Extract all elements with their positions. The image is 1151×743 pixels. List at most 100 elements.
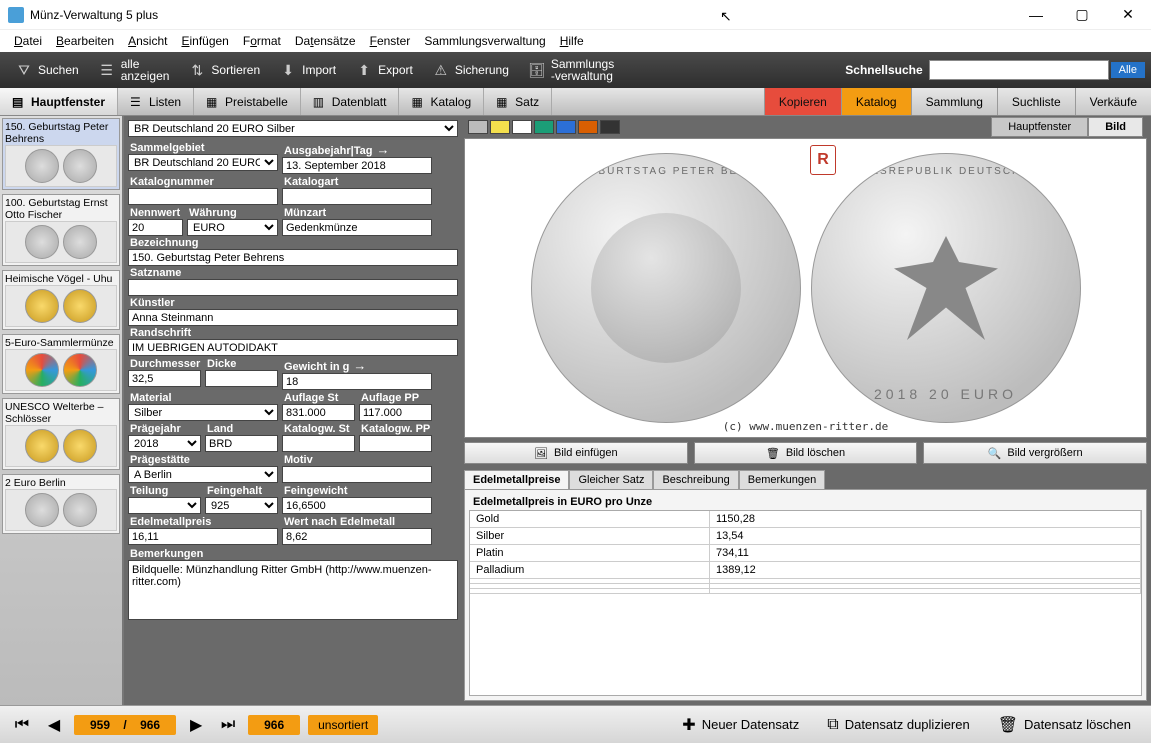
sort-status[interactable]: unsortiert	[308, 715, 378, 735]
gewicht-label: Gewicht in g→	[282, 357, 432, 373]
katalog-button[interactable]: Katalog	[841, 88, 911, 115]
color-swatch[interactable]	[578, 120, 598, 134]
sammlungsverwaltung-button[interactable]: 🗄Sammlungs -verwaltung	[519, 54, 624, 86]
waehrung-select[interactable]: EURO	[187, 219, 278, 236]
tab-listen[interactable]: ☰Listen	[118, 88, 194, 115]
prev-record-button[interactable]: ◀	[42, 713, 66, 737]
color-swatch[interactable]	[490, 120, 510, 134]
schnellsuche-alle-button[interactable]: Alle	[1111, 62, 1145, 78]
menu-datensaetze[interactable]: Datensätze	[289, 32, 362, 51]
katst-input[interactable]	[282, 435, 355, 452]
sammelgebiet-select[interactable]: BR Deutschland 20 EURO	[128, 154, 278, 171]
katart-input[interactable]	[282, 188, 432, 205]
praegestaette-select[interactable]: A Berlin	[128, 466, 278, 483]
motiv-input[interactable]	[282, 466, 432, 483]
thumb-item[interactable]: 150. Geburtstag Peter Behrens	[2, 118, 120, 190]
table-icon: ▦	[206, 95, 220, 109]
wertedel-input[interactable]	[282, 528, 432, 545]
menu-hilfe[interactable]: Hilfe	[554, 32, 590, 51]
lower-tab[interactable]: Bemerkungen	[739, 470, 826, 489]
bild-einfuegen-button[interactable]: 🖼Bild einfügen	[464, 442, 688, 464]
menu-datei[interactable]: Datei	[8, 32, 48, 51]
auflage-st-input[interactable]	[282, 404, 355, 421]
suchliste-button[interactable]: Suchliste	[997, 88, 1075, 115]
tab-hauptfenster[interactable]: ▤Hauptfenster	[0, 88, 118, 115]
praegejahr-select[interactable]: 2018	[128, 435, 201, 452]
auflage-pp-input[interactable]	[359, 404, 432, 421]
thumb-item[interactable]: 2 Euro Berlin	[2, 474, 120, 534]
alle-anzeigen-button[interactable]: ☰alle anzeigen	[89, 54, 180, 86]
new-record-button[interactable]: ✚Neuer Datensatz	[672, 711, 809, 739]
sicherung-button[interactable]: ⚠Sicherung	[423, 58, 519, 82]
thumb-item[interactable]: 5-Euro-Sammlermünze	[2, 334, 120, 394]
edelpreis-input[interactable]	[128, 528, 278, 545]
suchen-button[interactable]: ⛛Suchen	[6, 58, 89, 82]
menu-sammlungsverwaltung[interactable]: Sammlungsverwaltung	[418, 32, 551, 51]
import-button[interactable]: ⬇Import	[270, 58, 346, 82]
ausgabe-input[interactable]	[282, 157, 432, 174]
tab-katalog[interactable]: ▦Katalog	[399, 88, 484, 115]
sortieren-button[interactable]: ⇅Sortieren	[179, 58, 270, 82]
color-swatch[interactable]	[534, 120, 554, 134]
kopieren-button[interactable]: Kopieren	[764, 88, 841, 115]
menu-ansicht[interactable]: Ansicht	[122, 32, 173, 51]
verkaufe-button[interactable]: Verkäufe	[1075, 88, 1151, 115]
rand-input[interactable]	[128, 339, 458, 356]
land-input[interactable]	[205, 435, 278, 452]
muenzart-input[interactable]	[282, 219, 432, 236]
menu-bearbeiten[interactable]: Bearbeiten	[50, 32, 120, 51]
dicke-input[interactable]	[205, 370, 278, 387]
menu-einfuegen[interactable]: Einfügen	[175, 32, 234, 51]
minimize-button[interactable]: —	[1013, 0, 1059, 30]
katpp-input[interactable]	[359, 435, 432, 452]
color-swatch[interactable]	[600, 120, 620, 134]
bezeichnung-input[interactable]	[128, 249, 458, 266]
bemerkungen-textarea[interactable]: Bildquelle: Münzhandlung Ritter GmbH (ht…	[128, 560, 458, 620]
last-record-button[interactable]: ⏭	[216, 713, 240, 737]
nennwert-input[interactable]	[128, 219, 183, 236]
color-swatch[interactable]	[556, 120, 576, 134]
tab-satz[interactable]: ▦Satz	[484, 88, 552, 115]
arrow-icon[interactable]: →	[376, 142, 389, 157]
rtab-bild[interactable]: Bild	[1088, 117, 1143, 137]
export-icon: ⬆	[356, 62, 372, 78]
kuenstler-input[interactable]	[128, 309, 458, 326]
schnellsuche-input[interactable]	[929, 60, 1109, 80]
material-select[interactable]: Silber	[128, 404, 278, 421]
arrow-icon[interactable]: →	[353, 358, 366, 373]
first-record-button[interactable]: ⏮	[10, 713, 34, 737]
lower-tab[interactable]: Edelmetallpreise	[464, 470, 569, 489]
bild-vergroessern-button[interactable]: 🔍Bild vergrößern	[923, 442, 1147, 464]
delete-record-button[interactable]: 🗑Datensatz löschen	[988, 711, 1141, 739]
menu-format[interactable]: Format	[237, 32, 287, 51]
rtab-hauptfenster[interactable]: Hauptfenster	[991, 117, 1088, 137]
duplicate-record-button[interactable]: ⧉Datensatz duplizieren	[817, 712, 979, 738]
tab-preistabelle[interactable]: ▦Preistabelle	[194, 88, 301, 115]
thumbnail-list[interactable]: 150. Geburtstag Peter Behrens100. Geburt…	[0, 116, 124, 705]
menu-fenster[interactable]: Fenster	[364, 32, 417, 51]
feingewicht-input[interactable]	[282, 497, 432, 514]
top-collection-select[interactable]: BR Deutschland 20 EURO Silber	[128, 120, 458, 137]
next-record-button[interactable]: ▶	[184, 713, 208, 737]
feingehalt-select[interactable]: 925	[205, 497, 278, 514]
satzname-input[interactable]	[128, 279, 458, 296]
durchmesser-input[interactable]	[128, 370, 201, 387]
trash-icon: 🗑	[766, 447, 780, 460]
bild-loeschen-button[interactable]: 🗑Bild löschen	[694, 442, 918, 464]
tab-datenblatt[interactable]: ▥Datenblatt	[301, 88, 400, 115]
export-button[interactable]: ⬆Export	[346, 58, 423, 82]
thumb-item[interactable]: 100. Geburtstag Ernst Otto Fischer	[2, 194, 120, 266]
lower-tab[interactable]: Beschreibung	[653, 470, 738, 489]
katnr-input[interactable]	[128, 188, 278, 205]
maximize-button[interactable]: ▢	[1059, 0, 1105, 30]
close-button[interactable]: ✕	[1105, 0, 1151, 30]
sammlung-button[interactable]: Sammlung	[911, 88, 997, 115]
color-swatch[interactable]	[468, 120, 488, 134]
gewicht-input[interactable]	[282, 373, 432, 390]
satzname-label: Satzname	[128, 266, 458, 279]
color-swatch[interactable]	[512, 120, 532, 134]
thumb-item[interactable]: Heimische Vögel - Uhu	[2, 270, 120, 330]
thumb-item[interactable]: UNESCO Welterbe – Schlösser	[2, 398, 120, 470]
lower-tab[interactable]: Gleicher Satz	[569, 470, 653, 489]
teilung-select[interactable]	[128, 497, 201, 514]
